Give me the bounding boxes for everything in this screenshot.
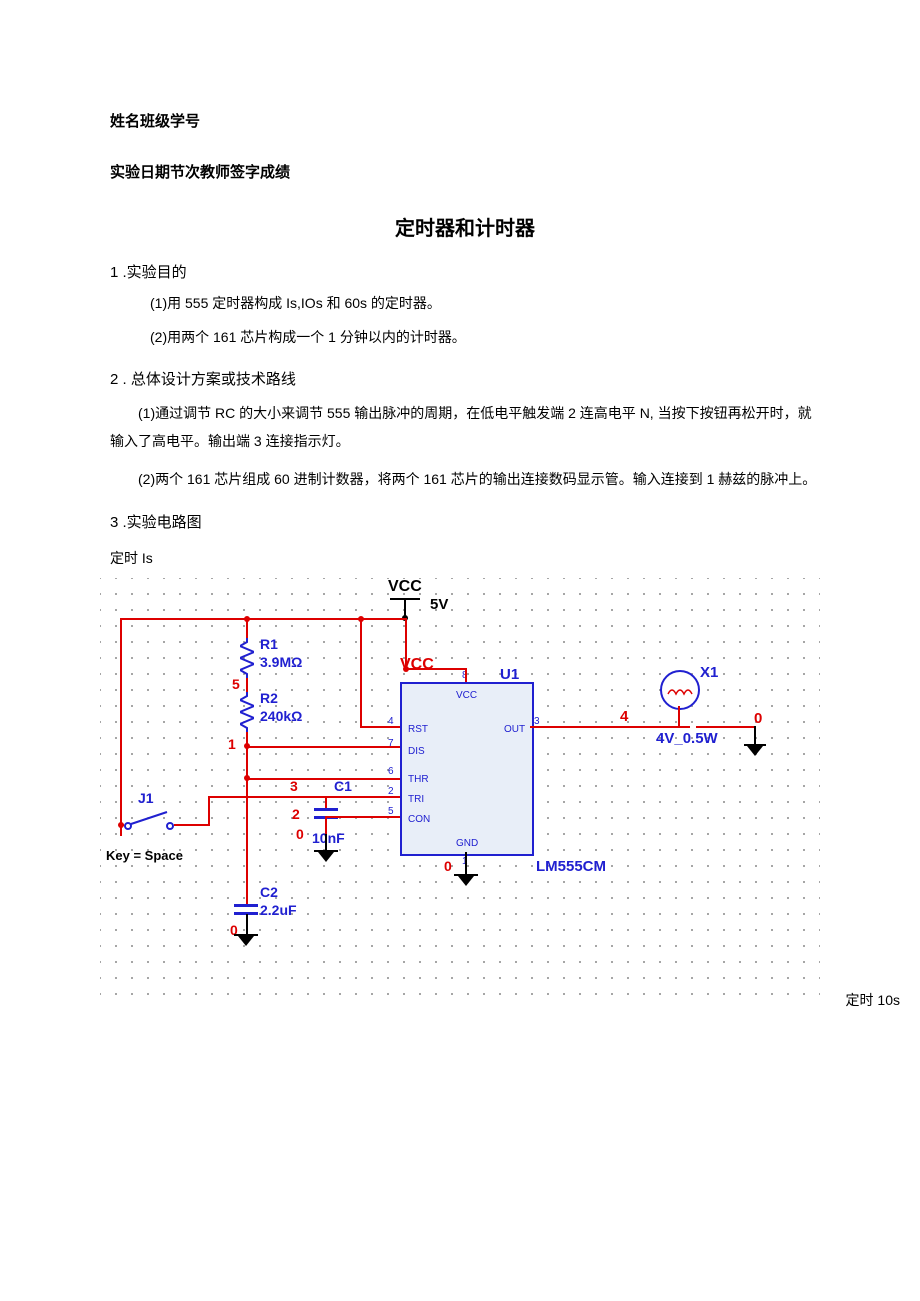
net-4: 4 (620, 708, 628, 725)
wire-x1-r (696, 726, 754, 728)
pin-out-label: OUT (504, 724, 525, 735)
wire-pin8 (465, 668, 467, 682)
c1-plate1-icon (314, 808, 338, 811)
caption-10s: 定时 10s (846, 990, 900, 1010)
r2-name: R2 (260, 690, 278, 706)
vcc-label: VCC (388, 578, 422, 596)
wire-r2-down (246, 746, 248, 886)
wire-tri (208, 796, 400, 798)
section-1-item-1: (1)用 555 定时器构成 Is,IOs 和 60s 的定时器。 (150, 292, 820, 316)
node-thr (244, 775, 250, 781)
wire-pin8-h (405, 668, 467, 670)
net-0-c1: 0 (296, 826, 304, 842)
r1-value: 3.9MΩ (260, 654, 302, 670)
wire-j1-up (208, 796, 210, 826)
net-5: 5 (232, 676, 240, 692)
wire-con (325, 816, 400, 818)
section-2-para-1: (1)通过调节 RC 的大小来调节 555 输出脉冲的周期，在低电平触发端 2 … (110, 399, 820, 455)
net-0-chip: 0 (444, 858, 452, 874)
section-2-heading: 2 . 总体设计方案或技术路线 (110, 368, 820, 389)
wire-c1-gnd (325, 834, 327, 850)
u1-part: LM555CM (536, 858, 606, 875)
wire-pin8-v (405, 618, 407, 670)
header-line-2: 实验日期节次教师签字成绩 (110, 161, 820, 182)
pin-thr-label: THR (408, 774, 429, 785)
pin-tri-label: TRI (408, 794, 424, 805)
c1-name: C1 (334, 778, 352, 794)
j1-name: J1 (138, 790, 154, 806)
circuit-diagram: VCC 5V VCC R1 3.9MΩ 5 R2 240kΩ 1 (100, 578, 820, 1018)
net-1: 1 (228, 736, 236, 752)
j1-key: Key = Space (106, 848, 183, 863)
c1-value: 10nF (312, 830, 345, 846)
section-1-item-2: (2)用两个 161 芯片构成一个 1 分钟以内的计时器。 (150, 326, 820, 350)
pin-rst-label: RST (408, 724, 428, 735)
x1-name: X1 (700, 664, 718, 681)
wire-c2-top (246, 886, 248, 904)
vcc-bar (390, 598, 420, 600)
wire-r2-chip (246, 746, 400, 748)
net-0-x1: 0 (754, 710, 762, 727)
gnd-x1-icon (747, 746, 763, 756)
pin-gnd-label: GND (456, 838, 478, 849)
wire-chip-gnd (465, 852, 467, 874)
c2-name: C2 (260, 884, 278, 900)
net-2: 2 (292, 806, 300, 822)
resistor-r2-icon (240, 692, 254, 732)
net-3: 3 (290, 778, 298, 794)
gnd-c2-icon (238, 936, 254, 946)
wire-thr (246, 778, 400, 780)
wire-j1-r (174, 824, 210, 826)
node-j1l (118, 822, 124, 828)
document-page: 姓名班级学号 实验日期节次教师签字成绩 定时器和计时器 1 .实验目的 (1)用… (0, 0, 920, 1068)
wire-left-vert (120, 618, 122, 836)
node-rst (358, 616, 364, 622)
node-pin8 (403, 666, 409, 672)
resistor-r1-icon (240, 638, 254, 678)
wire-c1-top (325, 796, 327, 808)
pin-vcc-label: VCC (456, 690, 477, 701)
wire-j1-stub (120, 834, 122, 836)
r2-value: 240kΩ (260, 708, 302, 724)
wire-rst-v (360, 618, 362, 728)
header-line-1: 姓名班级学号 (110, 110, 820, 131)
wire-out (530, 726, 690, 728)
timer-1s-label: 定时 Is (110, 548, 820, 568)
section-3-heading: 3 .实验电路图 (110, 511, 820, 532)
gnd-c1-icon (318, 852, 334, 862)
vcc-value: 5V (430, 596, 448, 613)
gnd-chip-icon (458, 876, 474, 886)
wire-x1-gnd (754, 726, 756, 744)
pin6-num: 6 (388, 766, 394, 777)
x1-value: 4V_0.5W (656, 730, 718, 747)
chip-u1 (400, 682, 534, 856)
document-title: 定时器和计时器 (110, 212, 820, 241)
c2-value: 2.2uF (260, 902, 297, 918)
r1-name: R1 (260, 636, 278, 652)
wire-rst (360, 726, 400, 728)
pin-con-label: CON (408, 814, 430, 825)
pin-dis-label: DIS (408, 746, 425, 757)
node-r1t (244, 616, 250, 622)
wire-x1-d (678, 706, 680, 726)
section-1-heading: 1 .实验目的 (110, 261, 820, 282)
u1-name: U1 (500, 666, 519, 683)
pin7-num: 7 (388, 738, 394, 749)
switch-icon (122, 810, 176, 832)
wire-r1-bot (246, 678, 248, 692)
wire-c2-bot (246, 914, 248, 934)
c2-plate1-icon (234, 904, 258, 907)
lamp-icon (660, 670, 700, 710)
section-2-para-2: (2)两个 161 芯片组成 60 进制计数器，将两个 161 芯片的输出连接数… (110, 465, 820, 493)
